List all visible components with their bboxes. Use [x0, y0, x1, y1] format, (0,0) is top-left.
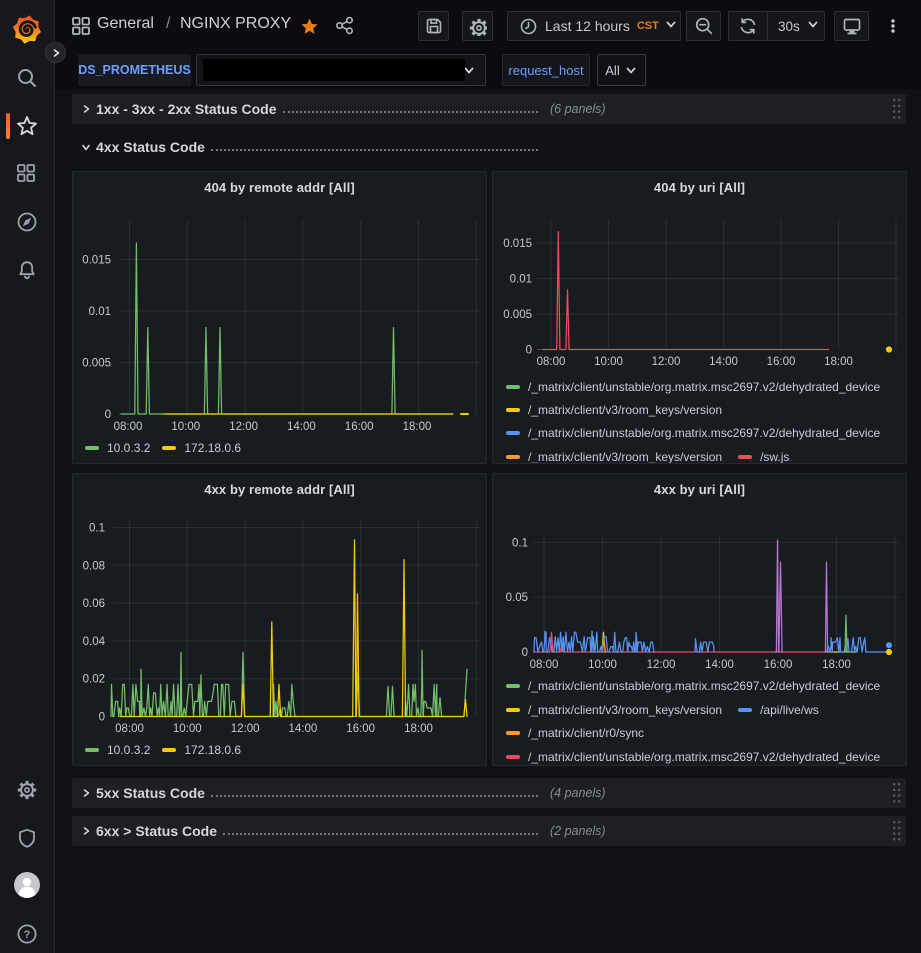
- svg-text:10:00: 10:00: [173, 723, 202, 735]
- svg-text:10:00: 10:00: [594, 356, 623, 368]
- svg-text:10:00: 10:00: [171, 421, 200, 433]
- svg-text:0: 0: [105, 409, 111, 421]
- svg-text:18:00: 18:00: [824, 356, 853, 368]
- svg-text:14:00: 14:00: [709, 356, 738, 368]
- svg-text:18:00: 18:00: [403, 421, 432, 433]
- svg-text:14:00: 14:00: [289, 723, 318, 735]
- svg-text:16:00: 16:00: [767, 356, 796, 368]
- svg-text:0.1: 0.1: [512, 537, 528, 549]
- svg-text:0.04: 0.04: [83, 636, 106, 648]
- svg-text:08:00: 08:00: [537, 356, 566, 368]
- svg-text:14:00: 14:00: [287, 421, 316, 433]
- svg-text:18:00: 18:00: [822, 659, 851, 671]
- svg-text:12:00: 12:00: [652, 356, 681, 368]
- svg-text:0.015: 0.015: [82, 255, 111, 267]
- svg-text:0.1: 0.1: [89, 523, 105, 535]
- svg-text:18:00: 18:00: [404, 723, 433, 735]
- svg-text:0.015: 0.015: [503, 238, 532, 250]
- svg-text:0.01: 0.01: [89, 306, 111, 318]
- svg-text:12:00: 12:00: [229, 421, 258, 433]
- svg-text:0.005: 0.005: [503, 309, 532, 321]
- svg-text:0: 0: [522, 647, 528, 659]
- svg-text:08:00: 08:00: [530, 659, 559, 671]
- svg-text:0.005: 0.005: [82, 358, 111, 370]
- svg-text:16:00: 16:00: [346, 723, 375, 735]
- svg-text:0: 0: [99, 712, 105, 724]
- svg-text:14:00: 14:00: [705, 659, 734, 671]
- svg-text:08:00: 08:00: [115, 723, 144, 735]
- svg-text:0: 0: [526, 345, 532, 357]
- svg-text:0.02: 0.02: [83, 674, 105, 686]
- svg-text:16:00: 16:00: [764, 659, 793, 671]
- svg-text:0.05: 0.05: [506, 592, 528, 604]
- svg-text:10:00: 10:00: [588, 659, 617, 671]
- svg-text:0.06: 0.06: [83, 598, 105, 610]
- svg-text:08:00: 08:00: [114, 421, 143, 433]
- svg-text:12:00: 12:00: [231, 723, 260, 735]
- svg-text:16:00: 16:00: [345, 421, 374, 433]
- svg-text:0.08: 0.08: [83, 560, 105, 572]
- svg-text:?: ?: [24, 929, 31, 941]
- svg-text:0.01: 0.01: [510, 274, 532, 286]
- svg-text:12:00: 12:00: [647, 659, 676, 671]
